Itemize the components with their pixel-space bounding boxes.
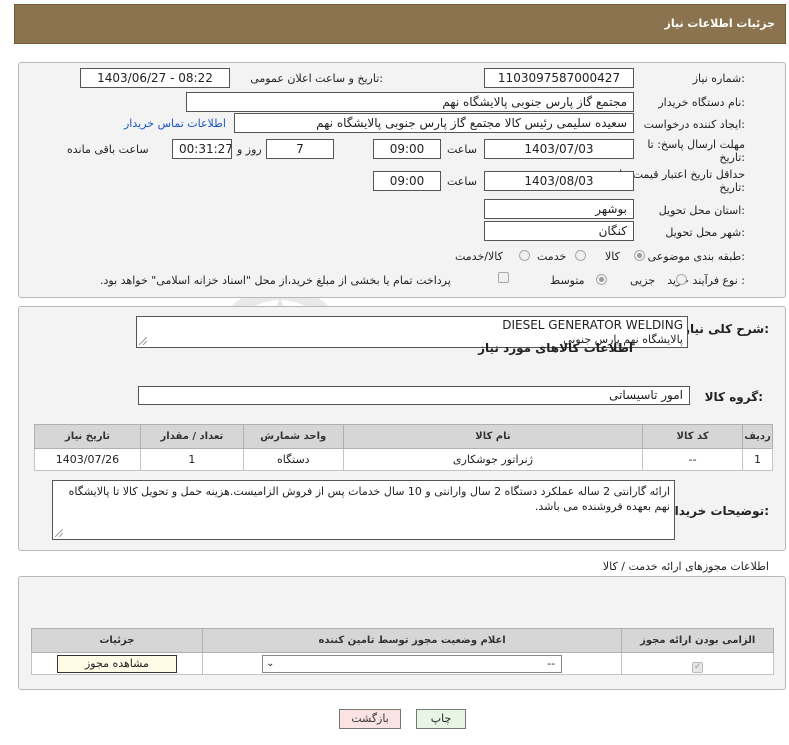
resize-handle-icon[interactable] xyxy=(55,529,63,537)
goods-group-field[interactable]: امور تاسیساتی xyxy=(138,386,690,405)
page-header: جزئیات اطلاعات نیاز xyxy=(14,4,786,44)
permits-table: الزامی بودن ارائه مجوز اعلام وضعیت مجوز … xyxy=(31,628,774,675)
deadline-date-field[interactable]: 1403/07/03 xyxy=(484,139,634,159)
requester-field[interactable]: سعیده سلیمی رئیس کالا مجتمع گاز پارس جنو… xyxy=(234,113,634,133)
category-label: طبقه بندی موضوعی: xyxy=(647,250,745,263)
goods-section-title: اطلاعات کالاهای مورد نیاز xyxy=(478,341,633,355)
required-checkbox[interactable]: ✓ xyxy=(692,661,704,673)
goods-group-label: گروه کالا: xyxy=(704,390,763,404)
buyer-notes-text: ارائه گارانتی 2 ساله عملکرد دستگاه 2 سال… xyxy=(68,485,670,513)
print-button[interactable]: چاپ xyxy=(416,709,466,729)
col-name: نام کالا xyxy=(342,424,644,449)
page-title: جزئیات اطلاعات نیاز xyxy=(664,17,776,30)
announce-date-field[interactable]: 1403/06/27 - 08:22 xyxy=(80,68,230,88)
category-radio-goods[interactable] xyxy=(634,250,645,261)
buyer-contact-link[interactable]: اطلاعات تماس خریدار xyxy=(124,117,226,130)
category-option-goods: کالا xyxy=(605,250,620,263)
deadline-label-text: مهلت ارسال پاسخ: تا تاریخ: xyxy=(647,138,745,164)
validity-label-text: حداقل تاریخ اعتبار قیمت: تا تاریخ: xyxy=(619,168,745,194)
process-radio-medium[interactable] xyxy=(596,274,607,285)
city-field[interactable]: کنگان xyxy=(484,221,634,241)
category-option-goods-service: کالا/خدمت xyxy=(455,250,503,263)
category-option-service: خدمت xyxy=(537,250,567,263)
cell-unit: دستگاه xyxy=(242,448,344,471)
cell-qty: 1 xyxy=(139,448,244,471)
remaining-time-field[interactable]: 00:31:27 xyxy=(172,139,232,159)
resize-handle-icon[interactable] xyxy=(139,337,147,345)
cell-code: -- xyxy=(642,448,744,471)
process-radio-minor[interactable] xyxy=(676,274,687,285)
col-code: کد کالا xyxy=(642,424,744,449)
permits-table-header: الزامی بودن ارائه مجوز اعلام وضعیت مجوز … xyxy=(31,628,774,653)
validity-date-field[interactable]: 1403/08/03 xyxy=(484,171,634,191)
city-label: شهر محل تحویل: xyxy=(665,226,745,239)
need-number-label: شماره نیاز: xyxy=(692,72,745,85)
process-option-medium: متوسط xyxy=(550,274,585,287)
process-option-minor: جزیی xyxy=(630,274,656,287)
col-required: الزامی بودن ارائه مجوز xyxy=(621,628,774,653)
deadline-label: مهلت ارسال پاسخ: تا تاریخ: xyxy=(625,138,745,164)
buyer-notes-label: توضیحات خریدار: xyxy=(667,504,769,518)
col-unit: واحد شمارش xyxy=(242,424,344,449)
buyer-org-label: نام دستگاه خریدار: xyxy=(658,96,745,109)
remaining-time-label: ساعت باقی مانده xyxy=(67,143,149,156)
col-details: جزئیات xyxy=(31,628,203,653)
col-date: تاریخ نیاز xyxy=(34,424,141,449)
goods-table-header: ردیف کد کالا نام کالا واحد شمارش تعداد /… xyxy=(34,424,773,449)
buyer-org-field[interactable]: مجتمع گاز پارس جنوبی پالایشگاه نهم xyxy=(186,92,634,112)
days-label: روز و xyxy=(237,143,262,156)
goods-table: ردیف کد کالا نام کالا واحد شمارش تعداد /… xyxy=(34,424,773,471)
table-row: ✓ -- ⌄ مشاهده مجوز xyxy=(31,652,774,675)
validity-time-label: ساعت xyxy=(447,175,477,188)
cell-status: -- ⌄ xyxy=(201,652,623,675)
deadline-time-label: ساعت xyxy=(447,143,477,156)
col-status: اعلام وضعیت مجوز توسط تامین کننده xyxy=(201,628,623,653)
deadline-time-field[interactable]: 09:00 xyxy=(373,139,441,159)
cell-details: مشاهده مجوز xyxy=(31,652,203,675)
province-label: استان محل تحویل: xyxy=(658,204,745,217)
requester-label: ایجاد کننده درخواست: xyxy=(643,118,745,131)
need-number-field[interactable]: 1103097587000427 xyxy=(484,68,634,88)
province-field[interactable]: بوشهر xyxy=(484,199,634,219)
cell-date: 1403/07/26 xyxy=(34,448,141,471)
cell-row: 1 xyxy=(742,448,773,471)
cell-required: ✓ xyxy=(621,652,774,675)
table-row[interactable]: 1 -- ژنراتور جوشکاری دستگاه 1 1403/07/26 xyxy=(34,448,773,471)
buyer-notes-textarea[interactable]: ارائه گارانتی 2 ساله عملکرد دستگاه 2 سال… xyxy=(52,480,675,540)
cell-name: ژنراتور جوشکاری xyxy=(342,448,644,471)
category-radio-goods-service[interactable] xyxy=(519,250,530,261)
summary-line-1: DIESEL GENERATOR WELDING xyxy=(502,318,683,332)
view-permit-button[interactable]: مشاهده مجوز xyxy=(56,654,177,673)
chevron-down-icon: ⌄ xyxy=(266,657,275,669)
summary-label: شرح کلی نیاز: xyxy=(683,322,769,336)
validity-time-field[interactable]: 09:00 xyxy=(373,171,441,191)
treasury-checkbox[interactable] xyxy=(498,272,509,283)
permits-section-title: اطلاعات مجوزهای ارائه خدمت / کالا xyxy=(602,560,769,573)
treasury-note: پرداخت تمام یا بخشی از مبلغ خرید،از محل … xyxy=(100,274,451,287)
announce-date-label: تاریخ و ساعت اعلان عمومی: xyxy=(250,72,383,85)
col-row: ردیف xyxy=(742,424,773,449)
col-qty: تعداد / مقدار xyxy=(139,424,244,449)
category-radio-service[interactable] xyxy=(575,250,586,261)
permit-status-value: -- xyxy=(547,656,556,670)
permit-status-select[interactable]: -- ⌄ xyxy=(262,654,563,673)
back-button[interactable]: بازگشت xyxy=(339,709,401,729)
days-field[interactable]: 7 xyxy=(266,139,334,159)
